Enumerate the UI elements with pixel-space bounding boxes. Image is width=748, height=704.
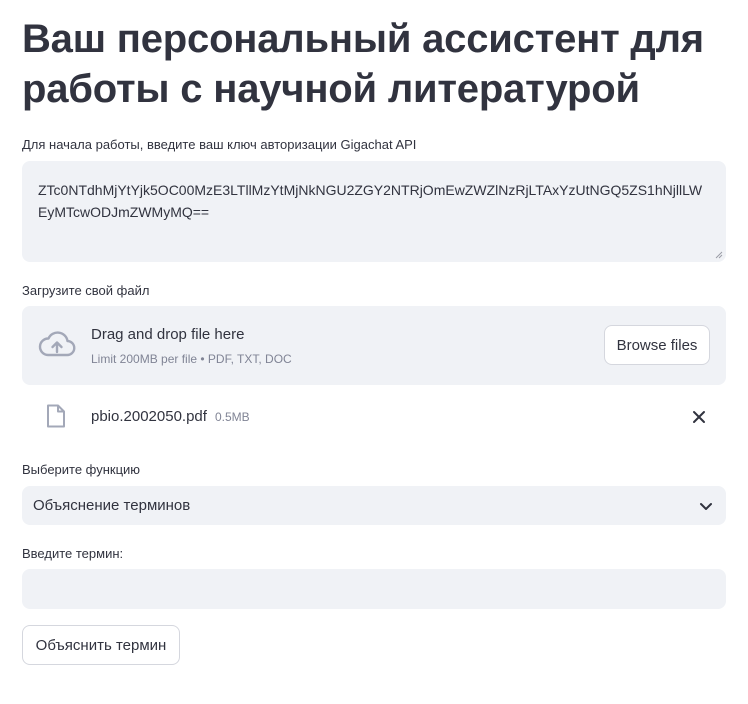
- api-key-label: Для начала работы, введите ваш ключ авто…: [22, 137, 417, 152]
- app-page: Ваш персональный ассистент для работы с …: [0, 0, 748, 704]
- cloud-upload-icon: [38, 331, 76, 357]
- chevron-down-icon: [700, 503, 712, 510]
- uploaded-file-size: 0.5MB: [215, 410, 250, 424]
- function-select[interactable]: Объяснение терминов: [22, 486, 726, 525]
- file-icon: [47, 404, 65, 428]
- term-input-container: [22, 569, 726, 609]
- uploaded-file-row: pbio.2002050.pdf 0.5MB: [22, 398, 726, 436]
- api-key-field-container: ZTc0NTdhMjYtYjk5OC00MzE3LTllMzYtMjNkNGU2…: [22, 161, 726, 262]
- uploaded-file-name: pbio.2002050.pdf: [91, 408, 207, 425]
- file-upload-label: Загрузите свой файл: [22, 283, 150, 298]
- browse-files-button[interactable]: Browse files: [604, 325, 710, 365]
- page-title: Ваш персональный ассистент для работы с …: [22, 17, 704, 111]
- function-select-label: Выберите функцию: [22, 462, 141, 477]
- function-select-value: Объяснение терминов: [33, 497, 191, 514]
- term-input-label: Введите термин:: [22, 546, 124, 561]
- dropzone-title: Drag and drop file here: [91, 326, 245, 343]
- api-key-textarea[interactable]: ZTc0NTdhMjYtYjk5OC00MzE3LTllMzYtMjNkNGU2…: [22, 161, 726, 262]
- term-input[interactable]: [22, 569, 726, 609]
- resize-grip-icon[interactable]: [715, 251, 723, 259]
- file-dropzone[interactable]: Drag and drop file here Limit 200MB per …: [22, 306, 726, 385]
- explain-term-button[interactable]: Объяснить термин: [22, 625, 180, 665]
- dropzone-hint: Limit 200MB per file • PDF, TXT, DOC: [91, 352, 292, 366]
- close-icon[interactable]: [688, 406, 710, 428]
